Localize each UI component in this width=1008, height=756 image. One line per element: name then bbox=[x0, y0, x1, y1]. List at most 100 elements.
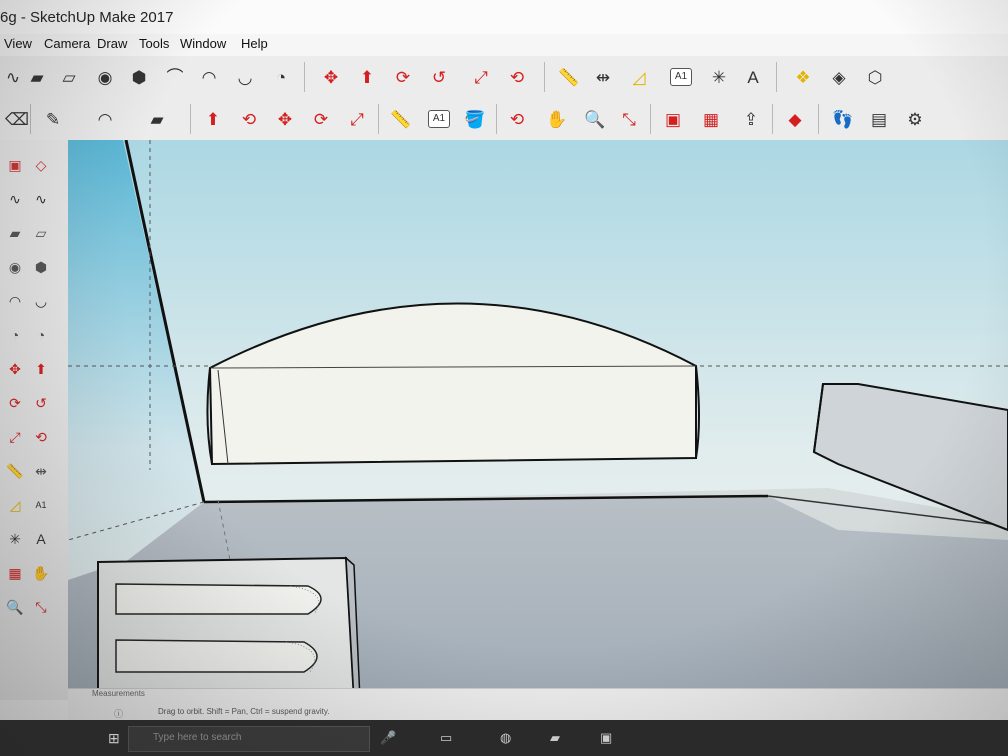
taskbar-search-box[interactable]: Type here to search bbox=[128, 726, 370, 752]
shapes-tool-icon[interactable]: ▰ bbox=[144, 106, 170, 132]
rotate-tool-icon[interactable]: ⟳ bbox=[308, 106, 334, 132]
layout-tool-icon[interactable]: ▤ bbox=[866, 106, 892, 132]
paint-bucket-tool-icon[interactable]: 🪣 bbox=[462, 106, 488, 132]
3d-warehouse-tool-icon[interactable]: ▣ bbox=[660, 106, 686, 132]
share-model-tool-icon[interactable]: ⇪ bbox=[738, 106, 764, 132]
extension-warehouse-tool-icon[interactable]: ▦ bbox=[698, 106, 724, 132]
left-tool-icon[interactable]: ⟳ bbox=[4, 392, 26, 414]
axes-tool-icon[interactable]: ✳ bbox=[706, 64, 732, 90]
left-tool-icon[interactable]: ▰ bbox=[4, 222, 26, 244]
follow-me-tool-icon[interactable]: ↺ bbox=[426, 64, 452, 90]
tape-measure-tool-icon[interactable]: 📏 bbox=[388, 106, 414, 132]
menu-help[interactable]: Help bbox=[241, 36, 268, 51]
left-tool-icon[interactable]: ⟲ bbox=[30, 426, 52, 448]
move-tool-icon[interactable]: ✥ bbox=[272, 106, 298, 132]
line-tool-icon[interactable]: ✎ bbox=[40, 106, 66, 132]
sketchup-window: 6g - SketchUp Make 2017 View Camera Draw… bbox=[0, 0, 1008, 756]
solid-intersect-tool-icon[interactable]: ⬡ bbox=[862, 64, 888, 90]
eraser-tool-icon[interactable]: ⌫ bbox=[4, 106, 30, 132]
left-tool-icon[interactable]: ⬢ bbox=[30, 256, 52, 278]
left-tool-icon[interactable]: A bbox=[30, 528, 52, 550]
left-tool-icon[interactable]: ⇹ bbox=[30, 460, 52, 482]
left-tool-icon[interactable]: ⤡ bbox=[30, 596, 52, 618]
move-tool-icon[interactable]: ✥ bbox=[318, 64, 344, 90]
push-pull-tool-icon[interactable]: ⬆ bbox=[354, 64, 380, 90]
freehand-tool-icon[interactable]: ∿ bbox=[0, 64, 26, 90]
left-tool-icon[interactable]: ▣ bbox=[4, 154, 26, 176]
left-tool-icon[interactable]: ◔ bbox=[4, 324, 26, 346]
front-block bbox=[97, 556, 356, 700]
left-tool-icon[interactable]: ✳ bbox=[4, 528, 26, 550]
left-tool-icon[interactable]: A1 bbox=[30, 494, 52, 516]
rotate-tool-icon[interactable]: ⟳ bbox=[390, 64, 416, 90]
left-tool-icon[interactable]: 🔍 bbox=[4, 596, 26, 618]
pan-tool-icon[interactable]: ✋ bbox=[544, 106, 570, 132]
walk-tool-icon[interactable]: 👣 bbox=[830, 106, 856, 132]
menu-window[interactable]: Window bbox=[180, 36, 226, 51]
menu-tools[interactable]: Tools bbox=[139, 36, 169, 51]
arc-tool-icon[interactable]: ◠ bbox=[92, 106, 118, 132]
offset-tool-icon[interactable]: ⟲ bbox=[504, 64, 530, 90]
menu-bar: View Camera Draw Tools Window Help bbox=[0, 34, 1008, 56]
left-tool-icon[interactable]: ✋ bbox=[30, 562, 52, 584]
3d-text-tool-icon[interactable]: A bbox=[740, 64, 766, 90]
left-tool-icon[interactable]: ⤢ bbox=[4, 426, 26, 448]
dimension-tool-icon[interactable]: ⇹ bbox=[590, 64, 616, 90]
extension-manager-tool-icon[interactable]: ◆ bbox=[782, 106, 808, 132]
info-icon[interactable]: ⓘ bbox=[114, 707, 123, 720]
menu-camera[interactable]: Camera bbox=[44, 36, 90, 51]
tape-measure-tool-icon[interactable]: 📏 bbox=[556, 64, 582, 90]
groove-bottom bbox=[115, 639, 318, 673]
orbit-tool-icon[interactable]: ⟲ bbox=[504, 106, 530, 132]
store-icon[interactable]: ▣ bbox=[600, 730, 612, 746]
left-tool-icon[interactable]: 📏 bbox=[4, 460, 26, 482]
title-bar: 6g - SketchUp Make 2017 bbox=[0, 0, 1008, 34]
3-point-arc-tool-icon[interactable]: ◡ bbox=[232, 64, 258, 90]
left-tool-icon[interactable]: ◉ bbox=[4, 256, 26, 278]
offset-tool-icon[interactable]: ⟲ bbox=[236, 106, 262, 132]
left-tool-icon[interactable]: ↺ bbox=[30, 392, 52, 414]
zoom-extents-tool-icon[interactable]: ⤡ bbox=[616, 106, 642, 132]
toolbar-separator bbox=[30, 104, 31, 134]
left-tool-icon[interactable]: ✥ bbox=[4, 358, 26, 380]
circle-tool-icon[interactable]: ◉ bbox=[92, 64, 118, 90]
left-tool-icon[interactable]: ◿ bbox=[4, 494, 26, 516]
toolbar-separator bbox=[304, 62, 305, 92]
task-view-icon[interactable]: ▭ bbox=[440, 730, 452, 746]
model-viewport[interactable] bbox=[68, 140, 1008, 700]
arc-tool-icon[interactable]: ⌒ bbox=[162, 64, 188, 90]
left-tool-icon[interactable]: ⬆ bbox=[30, 358, 52, 380]
menu-view[interactable]: View bbox=[4, 36, 32, 51]
left-tool-icon[interactable]: ∿ bbox=[4, 188, 26, 210]
microphone-icon[interactable]: 🎤 bbox=[380, 730, 396, 746]
rectangle-tool-icon[interactable]: ▰ bbox=[24, 64, 50, 90]
scale-tool-icon[interactable]: ⤢ bbox=[468, 64, 494, 90]
left-tool-icon[interactable]: ▱ bbox=[30, 222, 52, 244]
status-hint: Drag to orbit. Shift = Pan, Ctrl = suspe… bbox=[158, 707, 330, 716]
toolbar-separator bbox=[190, 104, 191, 134]
polygon-tool-icon[interactable]: ⬢ bbox=[126, 64, 152, 90]
push-pull-tool-icon[interactable]: ⬆ bbox=[200, 106, 226, 132]
toolbar-separator bbox=[544, 62, 545, 92]
left-tool-icon[interactable]: ▦ bbox=[4, 562, 26, 584]
left-tool-icon[interactable]: ◔ bbox=[30, 324, 52, 346]
2-point-arc-tool-icon[interactable]: ◠ bbox=[196, 64, 222, 90]
left-tool-icon[interactable]: ∿ bbox=[30, 188, 52, 210]
left-tool-icon[interactable]: ◇ bbox=[30, 154, 52, 176]
browser-icon[interactable]: ◍ bbox=[500, 730, 511, 746]
rotated-rectangle-tool-icon[interactable]: ▱ bbox=[56, 64, 82, 90]
left-tool-icon[interactable]: ◠ bbox=[4, 290, 26, 312]
settings-tool-icon[interactable]: ⚙ bbox=[902, 106, 928, 132]
folder-icon[interactable]: ▰ bbox=[550, 730, 560, 746]
solid-union-tool-icon[interactable]: ❖ bbox=[790, 64, 816, 90]
left-tool-icon[interactable]: ◡ bbox=[30, 290, 52, 312]
scale-tool-icon[interactable]: ⤢ bbox=[344, 106, 370, 132]
text-tool-icon[interactable]: A1 bbox=[428, 110, 450, 128]
menu-draw[interactable]: Draw bbox=[97, 36, 127, 51]
solid-subtract-tool-icon[interactable]: ◈ bbox=[826, 64, 852, 90]
zoom-tool-icon[interactable]: 🔍 bbox=[582, 106, 608, 132]
text-tool-icon[interactable]: A1 bbox=[670, 68, 692, 86]
pie-tool-icon[interactable]: ◔ bbox=[268, 64, 294, 90]
windows-start-icon[interactable]: ⊞ bbox=[108, 730, 120, 747]
protractor-tool-icon[interactable]: ◿ bbox=[626, 64, 652, 90]
